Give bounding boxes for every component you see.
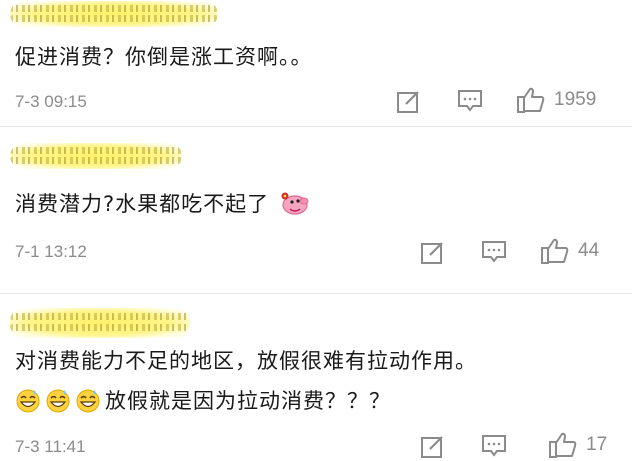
comment-text-line2: 放假就是因为拉动消费？？？ xyxy=(15,386,391,416)
edit-icon xyxy=(421,436,443,458)
like-count: 17 xyxy=(586,434,608,455)
like-count: 1959 xyxy=(554,89,597,110)
thumbs-up-icon xyxy=(517,87,545,113)
like-count: 44 xyxy=(578,240,600,261)
comment-text: 促进消费？你倒是涨工资啊。。 xyxy=(15,45,313,69)
peppa-pig-emoji xyxy=(281,192,309,215)
comment-button[interactable] xyxy=(480,239,508,265)
comment-text-line1: 对消费能力不足的地区，放假很难有拉动作用。 xyxy=(15,349,477,373)
thumbs-up-icon xyxy=(541,238,569,264)
comment-text: 消费潜力?水果都吃不起了 xyxy=(15,189,309,219)
edit-button[interactable] xyxy=(396,88,422,114)
like-button[interactable]: 44 xyxy=(540,237,599,265)
comment-item: 促进消费？你倒是涨工资啊。。 7-3 09:15 1959 xyxy=(0,0,632,126)
edit-icon xyxy=(421,242,443,264)
grin-sweat-emoji xyxy=(76,389,100,413)
comment-timestamp: 7-1 13:12 xyxy=(15,242,87,261)
comment-icon xyxy=(482,435,506,457)
like-button[interactable]: 17 xyxy=(548,431,607,459)
edit-button[interactable] xyxy=(420,239,446,265)
comment-button[interactable] xyxy=(480,433,508,459)
username-redacted xyxy=(10,143,182,169)
comment-item: 消费潜力?水果都吃不起了 7-1 13:12 44 xyxy=(0,127,632,293)
comment-text-content: 放假就是因为拉动消费？？？ xyxy=(105,389,391,413)
comment-timestamp: 7-3 11:41 xyxy=(15,437,86,456)
comment-item: 对消费能力不足的地区，放假很难有拉动作用。 放假就是因为拉动消费？？？ 7-3 … xyxy=(0,294,632,461)
comment-button[interactable] xyxy=(456,88,484,114)
grin-sweat-emoji xyxy=(16,389,40,413)
thumbs-up-icon xyxy=(549,432,577,458)
comment-text-content: 消费潜力?水果都吃不起了 xyxy=(15,192,270,216)
comment-timestamp: 7-3 09:15 xyxy=(15,92,87,111)
comment-icon xyxy=(458,90,482,112)
username-redacted xyxy=(10,1,218,27)
username-redacted xyxy=(10,308,190,338)
comment-icon xyxy=(482,241,506,263)
like-button[interactable]: 1959 xyxy=(516,86,596,114)
grin-sweat-emoji xyxy=(46,389,70,413)
edit-icon xyxy=(397,91,419,113)
edit-button[interactable] xyxy=(420,433,446,459)
